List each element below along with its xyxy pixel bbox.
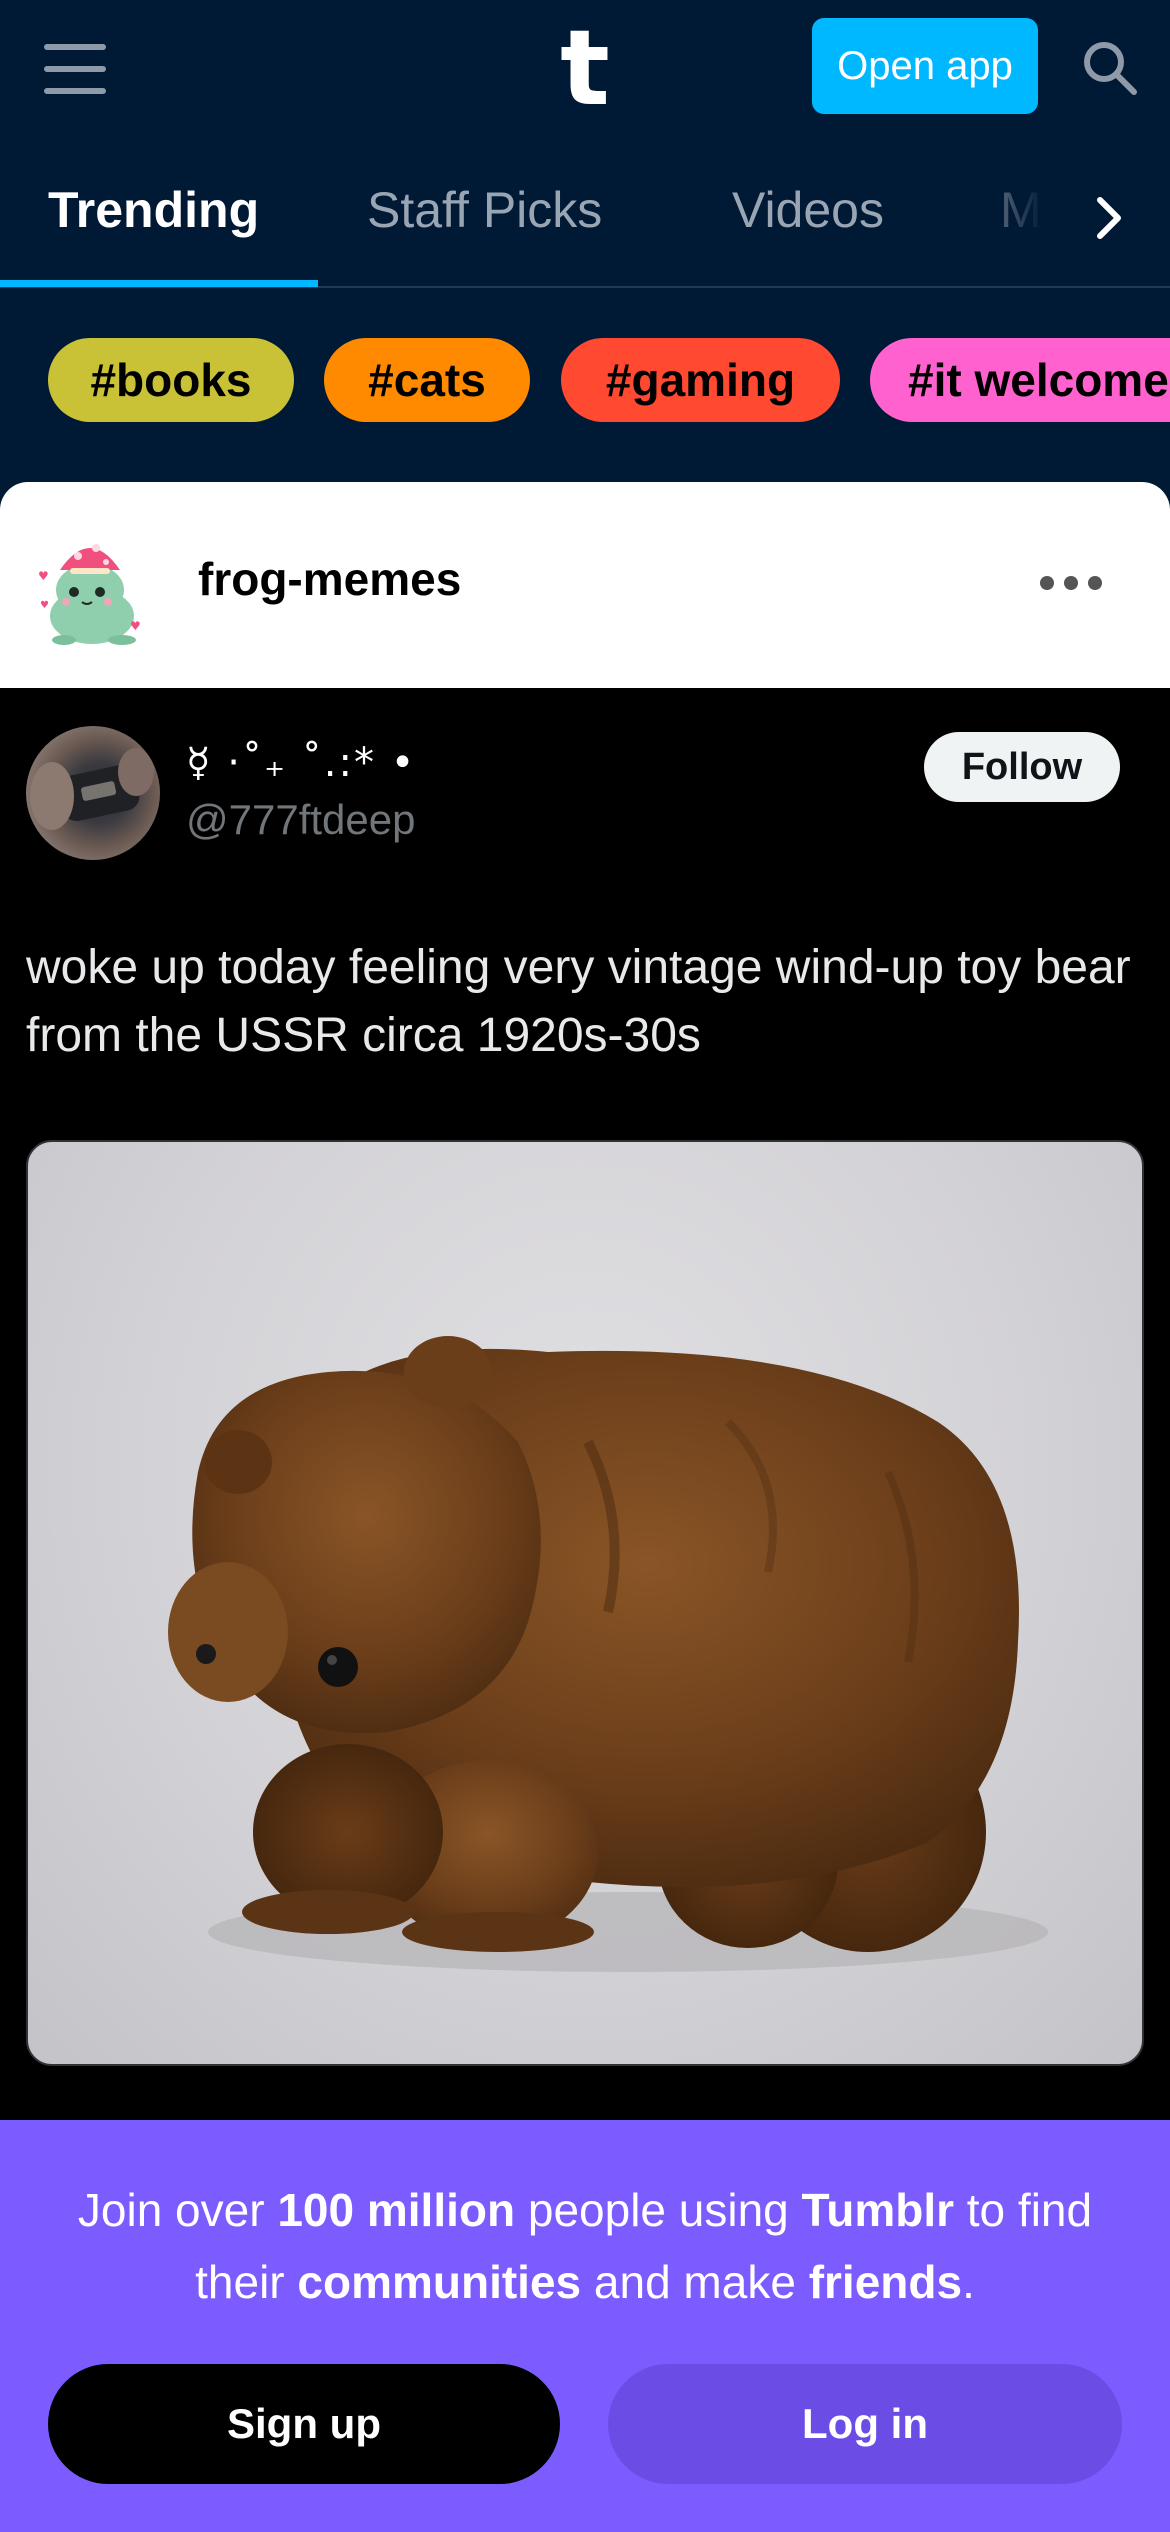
chip-cats[interactable]: #cats: [324, 338, 530, 422]
chevron-right-icon[interactable]: [1080, 178, 1140, 258]
more-options-icon[interactable]: [1040, 572, 1106, 598]
tab-staff-picks[interactable]: Staff Picks: [367, 150, 602, 286]
tweet-display-name: ☿ ·˚₊ ˚.:* •: [186, 740, 417, 786]
post-body: ☿ ·˚₊ ˚.:* • @777ftdeep Follow woke up t…: [0, 688, 1170, 2120]
svg-text:♥: ♥: [130, 619, 141, 633]
follow-button[interactable]: Follow: [924, 732, 1120, 802]
hamburger-icon[interactable]: [44, 44, 106, 94]
post-photo-bear-toy[interactable]: [26, 1140, 1144, 2066]
chip-gaming[interactable]: #gaming: [561, 338, 840, 422]
svg-text:♥: ♥: [40, 600, 49, 611]
signup-banner: Join over 100 million people using Tumbl…: [0, 2120, 1170, 2532]
tweet-handle: @777ftdeep: [186, 796, 416, 843]
chip-books[interactable]: #books: [48, 338, 294, 422]
blog-name[interactable]: frog-memes: [198, 552, 461, 612]
open-app-button[interactable]: Open app: [812, 18, 1038, 114]
tweet-author-avatar: [26, 726, 160, 860]
blog-avatar[interactable]: ♥ ♥ ♥: [34, 520, 154, 650]
post-header: ♥ ♥ ♥ frog-memes: [0, 482, 1170, 688]
tag-chips: #books #cats #gaming #it welcome: [0, 338, 1170, 424]
tumblr-logo[interactable]: t: [555, 16, 615, 120]
active-tab-indicator: [0, 280, 318, 287]
signup-pitch-text: Join over 100 million people using Tumbl…: [77, 2184, 1093, 2308]
svg-text:♥: ♥: [38, 569, 49, 583]
tab-videos[interactable]: Videos: [732, 150, 884, 286]
search-icon[interactable]: [1080, 38, 1140, 98]
tweet-text: woke up today feeling very vintage wind-…: [26, 941, 1131, 1062]
explore-tabs: Trending Staff Picks Videos M: [0, 150, 1170, 288]
tab-trending[interactable]: Trending: [48, 150, 259, 286]
sign-up-button[interactable]: Sign up: [48, 2364, 560, 2484]
chip-it-welcome[interactable]: #it welcome: [870, 338, 1170, 422]
log-in-button[interactable]: Log in: [608, 2364, 1122, 2484]
top-header: t Open app: [0, 0, 1170, 136]
